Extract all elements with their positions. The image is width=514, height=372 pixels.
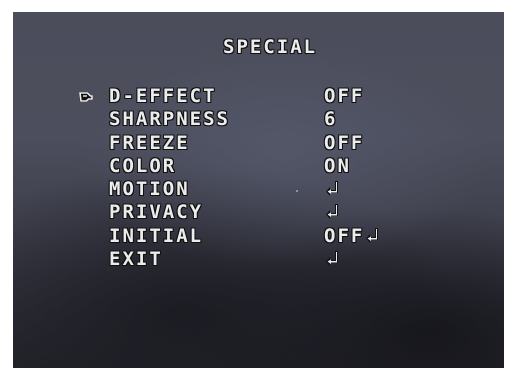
menu-item-label: EXIT [109, 248, 163, 271]
enter-arrow-icon [325, 180, 341, 198]
screen-speck [296, 190, 298, 192]
menu-item-label: PRIVACY [109, 201, 204, 224]
enter-arrow-icon [325, 203, 341, 221]
menu-item-label: INITIAL [109, 224, 204, 247]
menu-item-value [324, 180, 341, 199]
menu-item-value-wrap: OFF [324, 224, 381, 247]
menu-item-value: 6 [324, 108, 338, 131]
menu-title: SPECIAL [223, 36, 318, 58]
menu-item-label: FREEZE [109, 131, 190, 154]
menu-item-label: MOTION [109, 178, 190, 201]
menu-item-value: OFF [324, 131, 365, 154]
menu-item-value [324, 203, 341, 222]
menu-item-label: COLOR [109, 154, 177, 177]
osd-screen: SPECIAL D-EFFECT OFF SHARPNESS 6 FREEZE … [13, 12, 504, 368]
menu-item-label: SHARPNESS [109, 108, 230, 131]
menu-item-label: D-EFFECT [109, 85, 217, 107]
menu-item-value [324, 250, 341, 269]
menu-item-value: OFF [324, 224, 365, 247]
pointing-hand-icon [77, 89, 95, 105]
menu-item-value: ON [324, 154, 351, 177]
enter-arrow-icon [325, 250, 341, 268]
menu-item-value: OFF [324, 85, 365, 107]
enter-arrow-icon [365, 227, 381, 245]
monitor-frame: SPECIAL D-EFFECT OFF SHARPNESS 6 FREEZE … [0, 0, 514, 372]
